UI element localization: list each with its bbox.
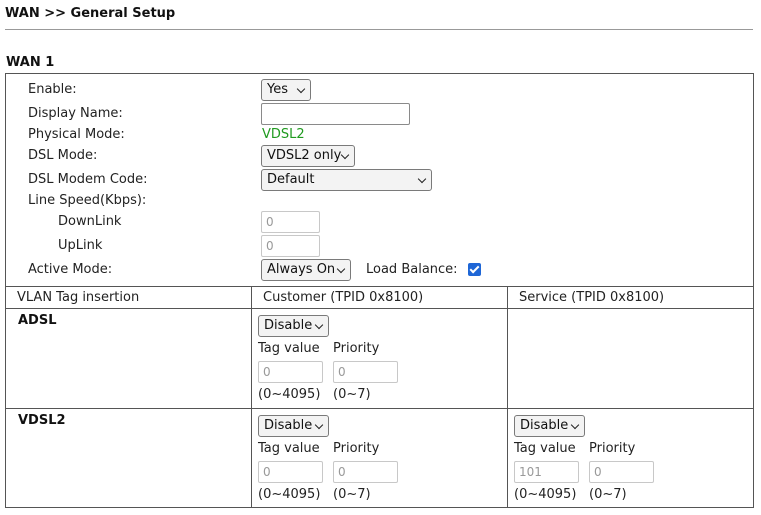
adsl-customer-tag-label: Tag value (258, 341, 320, 356)
chevron-down-icon (296, 84, 306, 94)
dsl-mode-select-value: VDSL2 only (267, 148, 342, 163)
chevron-down-icon (336, 264, 346, 274)
vlan-header-service: Service (TPID 0x8100) (507, 286, 754, 309)
adsl-customer-mode-value: Disable (264, 318, 313, 333)
dsl-mode-select[interactable]: VDSL2 only (261, 145, 355, 167)
vdsl2-service-cell: Disable Tag value Priority 101 0 (0~4095… (507, 408, 754, 508)
adsl-customer-tag-input[interactable]: 0 (258, 361, 323, 383)
section-title: WAN 1 (6, 55, 55, 70)
table-row: ADSL Disable Tag value Priority 0 0 (0~4… (5, 308, 754, 409)
vdsl2-customer-cell: Disable Tag value Priority 0 0 (0~4095) … (251, 408, 508, 508)
adsl-customer-priority-range: (0~7) (333, 387, 371, 402)
display-name-input[interactable] (261, 103, 410, 125)
vdsl2-customer-mode-value: Disable (264, 418, 313, 433)
chevron-down-icon (340, 150, 350, 160)
dsl-mode-label: DSL Mode: (28, 148, 98, 163)
physical-mode-label: Physical Mode: (28, 127, 125, 142)
load-balance-label: Load Balance: (366, 262, 458, 277)
vdsl2-customer-mode-select[interactable]: Disable (258, 415, 329, 437)
uplink-label: UpLink (58, 238, 103, 253)
row-name-cell: VDSL2 (5, 408, 252, 508)
chevron-down-icon (314, 420, 324, 430)
downlink-input[interactable]: 0 (261, 211, 320, 233)
adsl-customer-cell: Disable Tag value Priority 0 0 (0~4095) … (251, 308, 508, 409)
vlan-header-customer: Customer (TPID 0x8100) (251, 286, 508, 309)
vdsl2-customer-priority-input[interactable]: 0 (333, 461, 398, 483)
table-row: VDSL2 Disable Tag value Priority 0 0 (0~… (5, 408, 754, 508)
vdsl2-service-priority-input[interactable]: 0 (589, 461, 654, 483)
active-mode-label: Active Mode: (28, 262, 113, 277)
vdsl2-service-mode-select[interactable]: Disable (514, 415, 585, 437)
chevron-down-icon (570, 420, 580, 430)
row-name-vdsl2: VDSL2 (18, 413, 66, 428)
vdsl2-customer-tag-range: (0~4095) (258, 487, 321, 502)
downlink-label: DownLink (58, 214, 122, 229)
dsl-modem-code-label: DSL Modem Code: (28, 172, 148, 187)
vdsl2-service-tag-label: Tag value (514, 441, 576, 456)
vdsl2-service-priority-label: Priority (589, 441, 636, 456)
vdsl2-customer-tag-label: Tag value (258, 441, 320, 456)
vdsl2-service-priority-range: (0~7) (589, 487, 627, 502)
adsl-customer-priority-label: Priority (333, 341, 380, 356)
line-speed-label: Line Speed(Kbps): (28, 193, 147, 208)
vdsl2-service-mode-value: Disable (520, 418, 569, 433)
dsl-modem-code-select-value: Default (267, 172, 315, 187)
title-divider (5, 29, 753, 30)
vdsl2-customer-priority-range: (0~7) (333, 487, 371, 502)
vdsl2-customer-priority-label: Priority (333, 441, 380, 456)
physical-mode-value: VDSL2 (262, 127, 305, 142)
row-name-cell: ADSL (5, 308, 252, 409)
vlan-header-tag-insertion: VLAN Tag insertion (5, 286, 252, 309)
uplink-input[interactable]: 0 (261, 235, 320, 257)
chevron-down-icon (417, 174, 427, 184)
page-title: WAN >> General Setup (5, 6, 176, 21)
chevron-down-icon (314, 320, 324, 330)
dsl-modem-code-select[interactable]: Default (261, 169, 432, 191)
enable-select-value: Yes (267, 82, 288, 97)
row-name-adsl: ADSL (18, 313, 57, 328)
display-name-label: Display Name: (28, 106, 123, 121)
enable-select[interactable]: Yes (261, 79, 311, 101)
adsl-customer-mode-select[interactable]: Disable (258, 315, 329, 337)
vdsl2-service-tag-range: (0~4095) (514, 487, 577, 502)
enable-label: Enable: (28, 82, 77, 97)
vdsl2-customer-tag-input[interactable]: 0 (258, 461, 323, 483)
adsl-customer-priority-input[interactable]: 0 (333, 361, 398, 383)
load-balance-checkbox[interactable] (468, 263, 481, 276)
vdsl2-service-tag-input[interactable]: 101 (514, 461, 579, 483)
adsl-service-cell (507, 308, 754, 409)
adsl-customer-tag-range: (0~4095) (258, 387, 321, 402)
vlan-tag-table: VLAN Tag insertion Customer (TPID 0x8100… (5, 286, 754, 508)
active-mode-select-value: Always On (267, 262, 336, 277)
active-mode-select[interactable]: Always On (261, 259, 351, 281)
